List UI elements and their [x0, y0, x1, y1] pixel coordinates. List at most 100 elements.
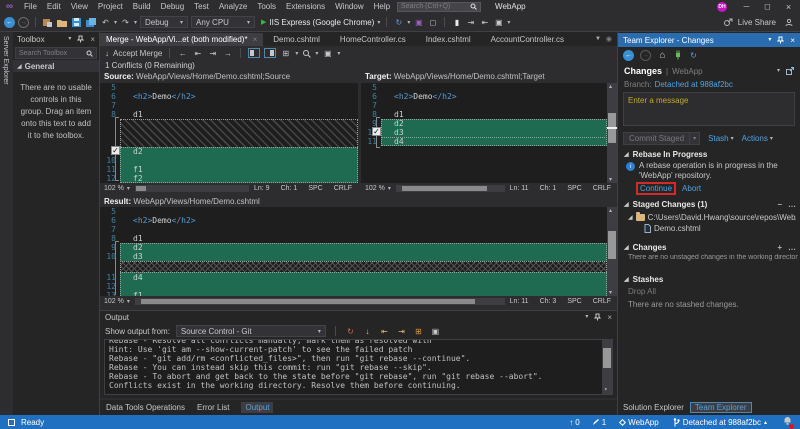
pin-icon[interactable]	[594, 313, 601, 321]
home-icon[interactable]: ⌂	[657, 49, 668, 61]
commit-staged-button[interactable]: Commit Staged ▾	[623, 132, 700, 145]
goto-next-message-icon[interactable]: ⇥	[396, 325, 407, 337]
start-debug-button[interactable]: ▶ IIS Express (Google Chrome) ▾	[261, 18, 380, 27]
maximize-button[interactable]: ◻	[762, 1, 773, 13]
tab-team-explorer-active[interactable]: Team Explorer	[690, 402, 752, 413]
preview-browser-icon[interactable]: ◻	[427, 16, 438, 28]
more-options-icon[interactable]: …	[788, 200, 796, 209]
scrollbar-thumb[interactable]	[603, 348, 611, 368]
stash-button[interactable]: Stash▾	[708, 134, 733, 143]
toolbox-title-bar[interactable]: Toolbox ▾ ×	[13, 32, 99, 46]
zoom-level[interactable]: 102 %	[104, 298, 124, 305]
word-wrap-icon[interactable]: ⊞	[413, 325, 424, 337]
drop-all-link[interactable]: Drop All	[628, 287, 656, 296]
menu-edit[interactable]: Edit	[42, 0, 66, 13]
horizontal-scrollbar[interactable]	[135, 185, 249, 192]
minimize-button[interactable]: ─	[741, 1, 752, 13]
scroll-up-icon[interactable]: ▴	[609, 83, 612, 90]
result-editor-pane[interactable]: 5 6<h2>Demo</h2> 7 8d1 9d2 10d3 11d4 12 …	[100, 207, 617, 296]
redo-dropdown-icon[interactable]: ▾	[134, 19, 137, 26]
feedback-icon[interactable]	[785, 18, 794, 27]
menu-analyze[interactable]: Analyze	[214, 0, 252, 13]
stashes-section-header[interactable]: ◢ Stashes	[624, 274, 796, 285]
indent-icon[interactable]: ⇥	[465, 16, 476, 28]
staged-file-row[interactable]: Demo.cshtml	[644, 223, 796, 234]
source-editor-pane[interactable]: ✓ 5 6<h2>Demo</h2> 7 8d1 9d2 10 11f1 12f…	[100, 83, 358, 183]
live-share-button[interactable]: Live Share	[738, 18, 776, 27]
menu-tools[interactable]: Tools	[252, 0, 281, 13]
add-icon[interactable]: +	[777, 243, 782, 252]
quick-search-box[interactable]: Search (Ctrl+Q)	[397, 2, 481, 12]
target-vertical-scrollbar[interactable]: ▴ ▾	[607, 83, 617, 183]
live-share-icon[interactable]	[723, 18, 733, 27]
bookmark-icon[interactable]: ▮	[451, 16, 462, 28]
window-position-icon[interactable]: ▾	[768, 36, 771, 45]
previous-conflict-icon[interactable]: ←	[177, 47, 188, 59]
solution-platform-dropdown[interactable]: Any CPU▾	[191, 16, 255, 28]
result-vertical-scrollbar[interactable]: ▴ ▾	[607, 207, 617, 296]
branch-link[interactable]: Detached at 988af2bc	[655, 80, 733, 89]
tab-merge-active[interactable]: Merge - WebApp/Vi...et (both modified)* …	[100, 33, 263, 46]
toolbox-general-section[interactable]: ◢ General	[13, 60, 99, 72]
clear-all-icon[interactable]: ▣	[430, 325, 441, 337]
scroll-up-icon[interactable]: ▴	[609, 207, 612, 214]
continue-link[interactable]: Continue	[640, 184, 672, 193]
commit-message-box[interactable]: Enter a message	[623, 92, 795, 126]
page-dropdown-icon[interactable]: ▾	[777, 67, 780, 75]
menu-view[interactable]: View	[66, 0, 93, 13]
tab-error-list[interactable]: Error List	[197, 403, 229, 412]
collapse-icon[interactable]: −	[777, 200, 782, 209]
save-all-icon[interactable]	[85, 17, 97, 28]
repository-indicator[interactable]: WebApp	[620, 418, 659, 427]
menu-build[interactable]: Build	[128, 0, 156, 13]
solution-config-dropdown[interactable]: Debug▾	[140, 16, 188, 28]
horizontal-scrollbar[interactable]	[396, 185, 505, 192]
pin-icon[interactable]	[77, 35, 84, 43]
output-console[interactable]: Rebase - Resolve all conflicts manually,…	[104, 339, 613, 395]
attach-debugger-icon[interactable]: ▣	[413, 16, 424, 28]
staged-changes-section-header[interactable]: ◢ Staged Changes (1) − …	[624, 199, 796, 210]
close-icon[interactable]: ×	[253, 35, 258, 44]
refresh-icon[interactable]: ↻	[688, 49, 699, 61]
last-conflict-icon[interactable]: ⇥	[207, 47, 218, 59]
connect-icon[interactable]	[674, 50, 682, 60]
layout-options-icon[interactable]: ⊞	[280, 47, 291, 59]
staged-folder-row[interactable]: ◢ C:\Users\David.Hwang\source\repos\WebA…	[628, 212, 796, 223]
abort-link[interactable]: Abort	[682, 184, 701, 193]
outdent-icon[interactable]: ⇤	[479, 16, 490, 28]
chevron-down-icon[interactable]: ▾	[407, 19, 410, 26]
git-output-icon[interactable]: ↻	[345, 325, 356, 337]
save-icon[interactable]	[71, 17, 82, 28]
new-project-icon[interactable]	[42, 17, 53, 28]
tab-output-active[interactable]: Output	[241, 402, 273, 413]
zoom-level[interactable]: 102 %	[104, 185, 124, 192]
accept-merge-button[interactable]: Accept Merge	[113, 49, 162, 58]
window-position-icon[interactable]: ▾	[68, 35, 71, 44]
avatar[interactable]: DH	[717, 2, 727, 12]
open-folder-icon[interactable]	[56, 17, 68, 28]
menu-extensions[interactable]: Extensions	[281, 0, 330, 13]
goto-previous-message-icon[interactable]: ⇤	[379, 325, 390, 337]
compare-options-icon[interactable]	[302, 49, 311, 58]
branch-indicator[interactable]: Detached at 988af2bc ▴	[673, 418, 767, 427]
actions-button[interactable]: Actions▾	[742, 134, 773, 143]
toolbar-overflow-icon[interactable]: ▾	[507, 19, 510, 26]
scroll-down-icon[interactable]: ▾	[609, 176, 612, 183]
rebase-section-header[interactable]: ◢ Rebase In Progress	[624, 149, 796, 160]
find-message-icon[interactable]: ↓	[362, 325, 373, 337]
menu-test[interactable]: Test	[189, 0, 214, 13]
refresh-icon[interactable]: ↻	[393, 16, 404, 28]
undock-icon[interactable]	[786, 67, 794, 75]
close-button[interactable]: ×	[783, 1, 794, 13]
forward-button[interactable]: →	[640, 50, 651, 61]
zoom-level[interactable]: 102 %	[365, 185, 385, 192]
scroll-down-icon[interactable]: ▾	[604, 385, 608, 394]
first-conflict-icon[interactable]: ⇤	[192, 47, 203, 59]
output-vertical-scrollbar[interactable]: ▾	[602, 340, 612, 394]
tab-index-cshtml[interactable]: Index.cshtml	[416, 33, 481, 46]
back-button[interactable]: ←	[623, 50, 634, 61]
document-well-options-icon[interactable]: ◉	[606, 35, 612, 43]
menu-window[interactable]: Window	[330, 0, 368, 13]
pin-icon[interactable]	[777, 36, 784, 44]
output-source-dropdown[interactable]: Source Control - Git▾	[176, 325, 326, 337]
